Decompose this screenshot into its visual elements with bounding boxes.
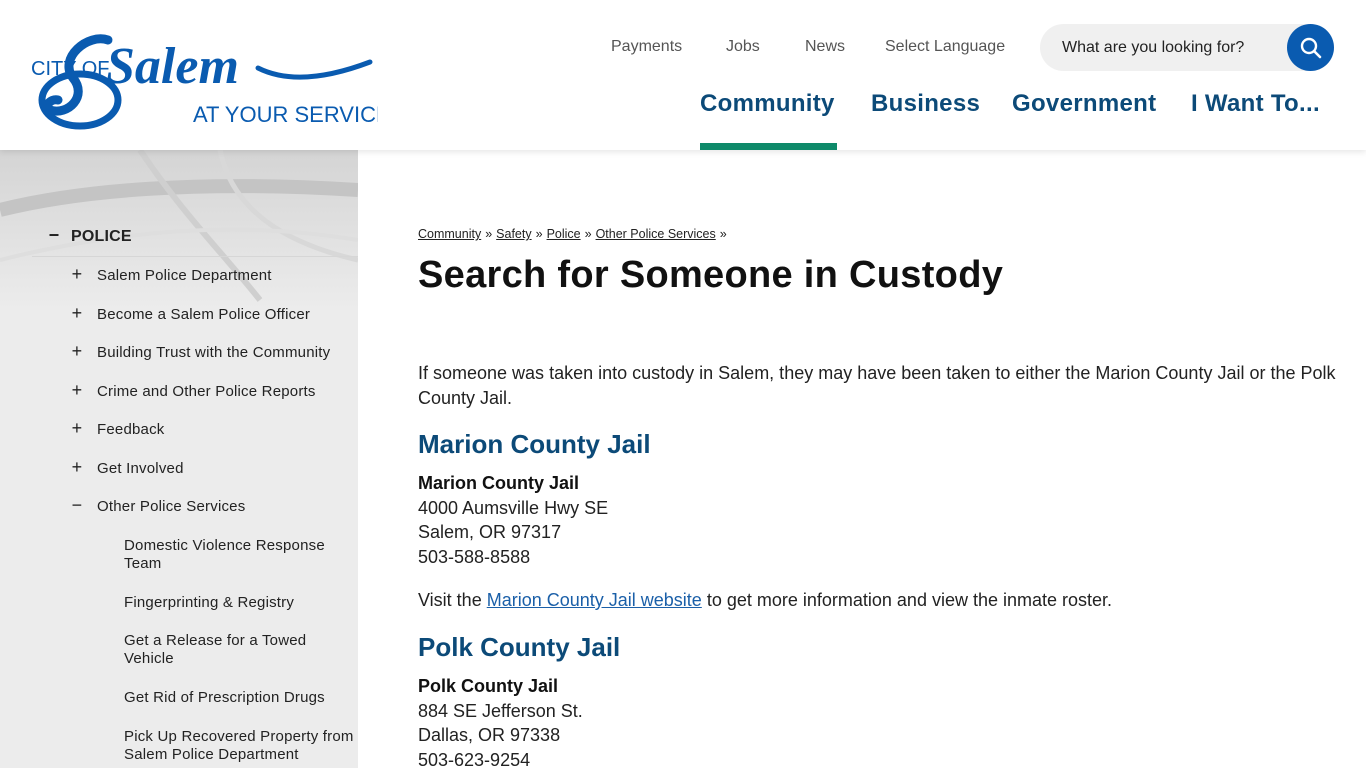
news-link[interactable]: News xyxy=(805,38,845,56)
expand-icon: + xyxy=(71,303,83,323)
marion-phone: 503-588-8588 xyxy=(418,546,531,567)
marion-city: Salem, OR 97317 xyxy=(418,522,562,542)
visit-text-after: to get more information and view the inm… xyxy=(701,590,1113,610)
nav-business[interactable]: Business xyxy=(871,90,980,118)
expand-icon: + xyxy=(71,341,83,361)
salem-logo-graphic: CITY OF Salem AT YOUR SERVICE xyxy=(31,34,391,130)
polk-heading: Polk County Jail xyxy=(418,632,621,662)
jobs-link[interactable]: Jobs xyxy=(726,38,760,56)
polk-name: Polk County Jail xyxy=(418,676,559,696)
expand-icon: + xyxy=(71,418,83,438)
sidebar-section-label: POLICE xyxy=(71,228,132,245)
breadcrumb-community[interactable]: Community xyxy=(418,227,481,241)
expand-icon: + xyxy=(71,264,83,284)
sidebar-item-label: Feedback xyxy=(97,421,165,438)
search-input[interactable] xyxy=(1062,24,1292,71)
nav-i-want-to[interactable]: I Want To... xyxy=(1191,90,1320,118)
marion-address: Marion County Jail 4000 Aumsville Hwy SE… xyxy=(418,471,608,569)
logo-tail-stroke xyxy=(255,59,373,80)
breadcrumb: Community» Safety» Police» Other Police Ser… xyxy=(418,227,731,241)
breadcrumb-safety[interactable]: Safety xyxy=(496,227,531,241)
breadcrumb-separator: » xyxy=(535,227,543,241)
breadcrumb-separator: » xyxy=(719,227,727,241)
logo-wordmark: Salem xyxy=(106,38,239,95)
collapse-icon: − xyxy=(71,495,83,515)
subitem-recovered-property[interactable]: Pick Up Recovered Property from Salem Po… xyxy=(124,728,354,764)
page-title: Search for Someone in Custody xyxy=(418,254,1004,296)
sidebar-item-label: Salem Police Department xyxy=(97,267,272,284)
sidebar-divider xyxy=(32,256,358,257)
site-header: CITY OF Salem AT YOUR SERVICE Payments J… xyxy=(0,0,1366,150)
sidebar-item-label: Building Trust with the Community xyxy=(97,344,331,361)
logo-tagline: AT YOUR SERVICE xyxy=(193,102,378,127)
marion-county-jail-website-link[interactable]: Marion County Jail website xyxy=(487,590,702,610)
marion-heading: Marion County Jail xyxy=(418,429,651,459)
nav-community[interactable]: Community xyxy=(700,90,835,118)
marion-street: 4000 Aumsville Hwy SE xyxy=(418,497,609,518)
subitem-domestic-violence[interactable]: Domestic Violence Response Team xyxy=(124,537,349,573)
marion-visit-paragraph: Visit the Marion County Jail website to … xyxy=(418,588,1338,613)
intro-paragraph: If someone was taken into custody in Sal… xyxy=(418,363,1336,408)
nav-government[interactable]: Government xyxy=(1012,90,1156,118)
search-bar xyxy=(1040,24,1334,71)
active-nav-indicator xyxy=(700,143,837,150)
polk-street: 884 SE Jefferson St. xyxy=(418,700,583,721)
breadcrumb-separator: » xyxy=(485,227,493,241)
breadcrumb-other-police-services[interactable]: Other Police Services xyxy=(596,227,716,241)
search-button[interactable] xyxy=(1287,24,1334,71)
select-language-link[interactable]: Select Language xyxy=(885,38,1005,56)
city-of-salem-logo[interactable]: CITY OF Salem AT YOUR SERVICE xyxy=(28,18,391,133)
visit-text-before: Visit the xyxy=(418,590,487,610)
sidebar-item-label: Crime and Other Police Reports xyxy=(97,383,316,400)
search-icon xyxy=(1300,37,1321,58)
polk-phone: 503-623-9254 xyxy=(418,749,531,768)
subitem-fingerprinting[interactable]: Fingerprinting & Registry xyxy=(124,594,349,612)
sidebar-item-label: Become a Salem Police Officer xyxy=(97,306,311,323)
subitem-prescription-drugs[interactable]: Get Rid of Prescription Drugs xyxy=(124,689,349,707)
marion-name: Marion County Jail xyxy=(418,473,580,493)
expand-icon: + xyxy=(71,380,83,400)
sidebar-item-label: Other Police Services xyxy=(97,498,246,515)
sidebar-nav: − POLICE + Salem Police Department + Bec… xyxy=(0,150,358,768)
sidebar-item-label: Get Involved xyxy=(97,460,184,477)
collapse-icon: − xyxy=(48,225,60,245)
breadcrumb-police[interactable]: Police xyxy=(547,227,581,241)
payments-link[interactable]: Payments xyxy=(611,38,682,56)
expand-icon: + xyxy=(71,457,83,477)
subitem-towed-vehicle[interactable]: Get a Release for a Towed Vehicle xyxy=(124,632,349,668)
polk-address: Polk County Jail 884 SE Jefferson St. Da… xyxy=(418,674,583,768)
breadcrumb-separator: » xyxy=(584,227,592,241)
polk-city: Dallas, OR 97338 xyxy=(418,725,561,745)
